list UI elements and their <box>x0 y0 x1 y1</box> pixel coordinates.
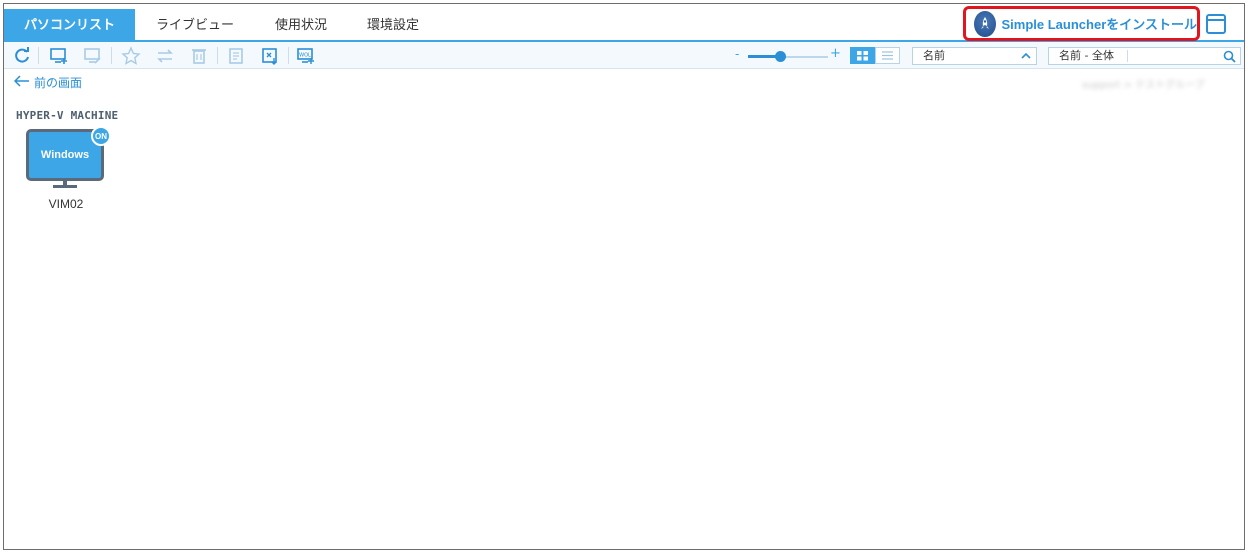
search-divider <box>1127 50 1128 62</box>
add-pc-icon[interactable] <box>49 46 69 66</box>
pc-name: VIM02 <box>48 197 84 211</box>
back-label: 前の画面 <box>34 76 83 90</box>
search-input[interactable]: 名前 - 全体 <box>1048 47 1241 65</box>
zoom-out-button[interactable]: - <box>735 47 739 61</box>
simple-launcher-logo-icon <box>974 10 996 37</box>
list-view-button[interactable] <box>875 47 900 64</box>
machine-group-title: HYPER-V MACHINE <box>16 109 119 122</box>
svg-text:WOL: WOL <box>299 53 311 59</box>
search-scope-select[interactable]: 名前 - 全体 <box>1059 48 1114 64</box>
group-breadcrumb: support > テストグループ <box>1082 80 1205 91</box>
tab-live-view[interactable]: ライブビュー <box>135 9 255 42</box>
delete-icon[interactable] <box>189 46 209 66</box>
search-icon[interactable] <box>1223 50 1236 63</box>
monitor-base <box>53 185 77 188</box>
tab-pc-list[interactable]: パソコンリスト <box>4 9 135 42</box>
toolbar-divider <box>111 47 112 64</box>
tab-usage[interactable]: 使用状況 <box>255 9 347 42</box>
status-badge: ON <box>91 126 111 146</box>
sort-select[interactable]: 名前 <box>912 47 1037 65</box>
sort-value: 名前 <box>923 49 945 62</box>
app-window: パソコンリスト ライブビュー 使用状況 環境設定 Simple Launcher… <box>3 3 1245 550</box>
favorite-icon[interactable] <box>121 46 141 66</box>
transfer-icon[interactable] <box>155 46 175 66</box>
install-simple-launcher-button[interactable]: Simple Launcherをインストール <box>963 6 1200 41</box>
zoom-in-button[interactable]: + <box>830 46 841 61</box>
toolbar-divider <box>288 47 289 64</box>
notes-icon[interactable] <box>226 46 246 66</box>
os-label: Windows <box>40 149 90 161</box>
export-icon[interactable] <box>260 46 280 66</box>
pc-tile[interactable]: Windows ON VIM02 <box>20 126 112 216</box>
refresh-icon[interactable] <box>12 46 32 66</box>
edit-pc-icon[interactable] <box>83 46 103 66</box>
back-link[interactable]: 前の画面 <box>13 74 83 91</box>
toolbar-divider <box>38 47 39 64</box>
chevron-up-icon <box>1020 50 1032 62</box>
zoom-slider-handle[interactable] <box>775 51 786 62</box>
grid-view-button[interactable] <box>850 47 875 64</box>
arrow-left-icon <box>13 75 30 90</box>
wol-icon[interactable]: WOL <box>296 46 316 66</box>
toolbar: WOL - + 名前 名前 - 全体 <box>4 42 1244 69</box>
toolbar-divider <box>217 47 218 64</box>
install-label: Simple Launcherをインストール <box>1001 17 1198 32</box>
window-icon[interactable] <box>1205 13 1227 35</box>
tab-settings[interactable]: 環境設定 <box>347 9 439 42</box>
top-nav-bar: パソコンリスト ライブビュー 使用状況 環境設定 Simple Launcher… <box>4 4 1244 42</box>
